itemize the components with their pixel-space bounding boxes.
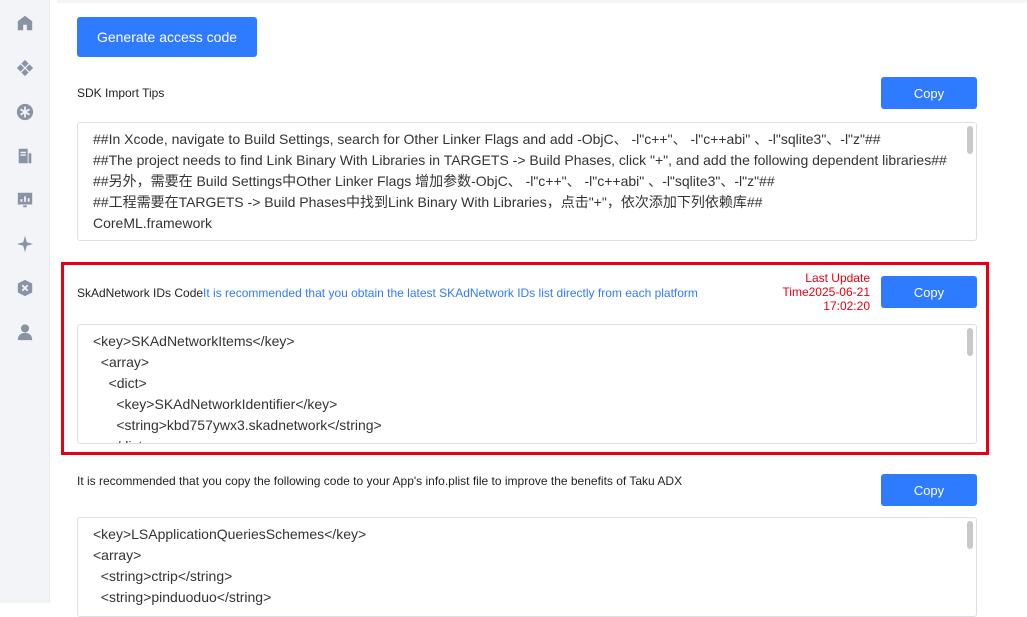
last-update-line2: Time2025-06-21 (782, 285, 870, 299)
top-divider (57, 0, 1027, 3)
shield-icon[interactable] (15, 278, 35, 298)
skadnetwork-hint: It is recommended that you obtain the la… (203, 286, 698, 300)
sdk-tips-code: ##In Xcode, navigate to Build Settings, … (93, 131, 947, 231)
skadnetwork-code-box[interactable]: <key>SKAdNetworkItems</key> <array> <dic… (77, 324, 977, 444)
sidebar (0, 0, 50, 603)
generate-access-code-button[interactable]: Generate access code (77, 17, 257, 57)
home-icon[interactable] (15, 13, 35, 33)
last-update-time: Last Update Time2025-06-21 17:02:20 (760, 271, 870, 313)
info-plist-code: <key>LSApplicationQueriesSchemes</key> <… (93, 526, 367, 605)
sdk-import-tips-label: SDK Import Tips (77, 86, 165, 100)
last-update-line1: Last Update (805, 271, 870, 285)
chart-icon[interactable] (15, 190, 35, 210)
sdk-tips-code-box[interactable]: ##In Xcode, navigate to Build Settings, … (77, 122, 977, 241)
apps-icon[interactable] (15, 58, 35, 78)
skadnetwork-title: SkAdNetwork IDs Code (77, 286, 204, 300)
last-update-line3: 17:02:20 (823, 299, 870, 313)
scrollbar[interactable] (967, 328, 973, 356)
info-plist-label: It is recommended that you copy the foll… (77, 474, 683, 488)
skadnetwork-label: SkAdNetwork IDs CodeIt is recommended th… (77, 286, 698, 300)
asterisk-icon[interactable] (15, 102, 35, 122)
sdk-tips-copy-button[interactable]: Copy (881, 77, 977, 109)
report-icon[interactable] (15, 146, 35, 166)
info-plist-code-box[interactable]: <key>LSApplicationQueriesSchemes</key> <… (77, 517, 977, 617)
sparkle-icon[interactable] (15, 234, 35, 254)
skadnetwork-code: <key>SKAdNetworkItems</key> <array> <dic… (93, 333, 382, 443)
scrollbar[interactable] (967, 521, 973, 549)
scrollbar[interactable] (967, 126, 973, 154)
skadnetwork-copy-button[interactable]: Copy (881, 276, 977, 308)
info-plist-copy-button[interactable]: Copy (881, 474, 977, 506)
user-icon[interactable] (15, 322, 35, 342)
